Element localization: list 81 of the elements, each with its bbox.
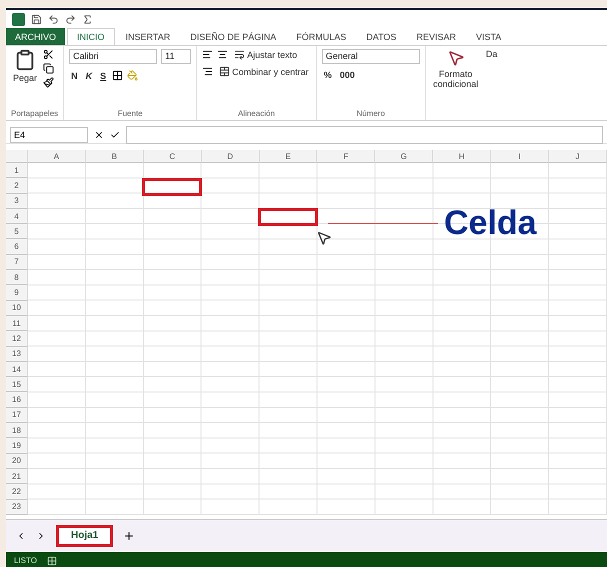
row-header[interactable]: 1 <box>6 163 28 178</box>
font-name-field[interactable]: Calibri <box>69 49 158 64</box>
fill-color-icon[interactable] <box>127 70 138 81</box>
redo-icon[interactable] <box>65 14 76 24</box>
wrap-text-icon <box>234 49 246 60</box>
sum-icon[interactable] <box>82 14 93 24</box>
group-label: Alineación <box>236 109 276 120</box>
number-format-field[interactable]: General <box>322 49 420 64</box>
group-label: Fuente <box>116 109 144 120</box>
column-header[interactable]: B <box>86 150 144 163</box>
underline-button[interactable]: S <box>98 70 108 80</box>
save-icon[interactable] <box>31 14 42 24</box>
row-header[interactable]: 12 <box>6 331 28 347</box>
row-header[interactable]: 9 <box>6 285 28 301</box>
thousands-button[interactable]: 000 <box>338 70 357 80</box>
column-header[interactable]: H <box>433 150 492 163</box>
style-button[interactable]: Da <box>484 49 499 120</box>
borders-icon[interactable] <box>112 70 124 81</box>
name-box[interactable]: E4 <box>10 126 88 142</box>
add-sheet-icon[interactable] <box>123 530 136 542</box>
callout-label: Celda <box>444 206 537 240</box>
merge-center-button[interactable]: Combinar y centrar <box>217 66 311 77</box>
row-header[interactable]: 19 <box>6 438 28 454</box>
format-painter-icon[interactable] <box>43 77 54 88</box>
excel-logo-icon <box>12 12 25 26</box>
column-header[interactable]: E <box>260 150 318 163</box>
row-header[interactable]: 11 <box>6 316 28 332</box>
row-header[interactable]: 13 <box>6 346 28 362</box>
pointer-icon <box>446 49 465 67</box>
column-header[interactable]: G <box>375 150 434 163</box>
row-header[interactable]: 6 <box>6 239 28 255</box>
highlight-box <box>258 208 318 226</box>
column-header[interactable]: F <box>317 150 376 163</box>
bold-button[interactable]: N <box>69 70 80 80</box>
row-header[interactable]: 10 <box>6 300 28 316</box>
column-header[interactable]: A <box>28 150 86 163</box>
conditional-format-button[interactable]: Formato condicional <box>430 49 481 120</box>
cut-icon[interactable] <box>43 49 54 60</box>
row-header[interactable]: 8 <box>6 270 28 286</box>
sheet-tab[interactable]: Hoja1 <box>56 524 114 547</box>
column-header[interactable]: D <box>202 150 260 163</box>
column-header[interactable]: J <box>549 150 607 163</box>
italic-button[interactable]: K <box>84 70 94 80</box>
merge-cells-icon <box>219 66 230 77</box>
wrap-text-button[interactable]: Ajustar texto <box>232 49 300 60</box>
pointer-cursor-icon <box>316 230 332 246</box>
enter-icon[interactable] <box>110 130 120 140</box>
align-center-icon[interactable] <box>217 49 228 60</box>
row-header[interactable]: 23 <box>6 500 28 515</box>
row-header[interactable]: 4 <box>6 208 28 224</box>
row-header[interactable]: 15 <box>6 377 28 392</box>
copy-icon[interactable] <box>43 63 54 74</box>
group-label: Número <box>355 109 386 120</box>
align-right-icon[interactable] <box>202 66 214 77</box>
column-header[interactable]: I <box>491 150 550 163</box>
row-header[interactable]: 5 <box>6 224 28 240</box>
percent-button[interactable]: % <box>322 70 334 80</box>
row-header[interactable]: 21 <box>6 468 28 484</box>
undo-icon[interactable] <box>48 14 59 24</box>
row-header[interactable]: 18 <box>6 423 28 438</box>
row-header[interactable]: 22 <box>6 484 28 500</box>
status-text: LISTO <box>14 556 37 565</box>
align-left-icon[interactable] <box>202 49 214 60</box>
column-header[interactable]: C <box>144 150 202 163</box>
highlight-box <box>142 178 202 196</box>
row-header[interactable]: 14 <box>6 362 28 378</box>
ribbon-tab[interactable]: INICIO <box>67 28 115 45</box>
formula-input[interactable] <box>126 126 603 144</box>
ribbon-tab[interactable]: ARCHIVO <box>6 28 66 45</box>
row-header[interactable]: 16 <box>6 392 28 408</box>
row-header[interactable]: 17 <box>6 408 28 424</box>
cancel-icon[interactable] <box>94 130 104 140</box>
group-label: Portapapeles <box>11 109 58 120</box>
sheet-view-icon[interactable] <box>46 556 57 566</box>
row-header[interactable]: 7 <box>6 254 28 270</box>
font-size-field[interactable]: 11 <box>161 49 192 64</box>
row-header[interactable]: 20 <box>6 454 28 469</box>
clipboard-icon <box>14 49 36 71</box>
paste-button[interactable]: Pegar <box>11 49 39 109</box>
row-header[interactable]: 2 <box>6 178 28 194</box>
row-header[interactable]: 3 <box>6 194 28 209</box>
